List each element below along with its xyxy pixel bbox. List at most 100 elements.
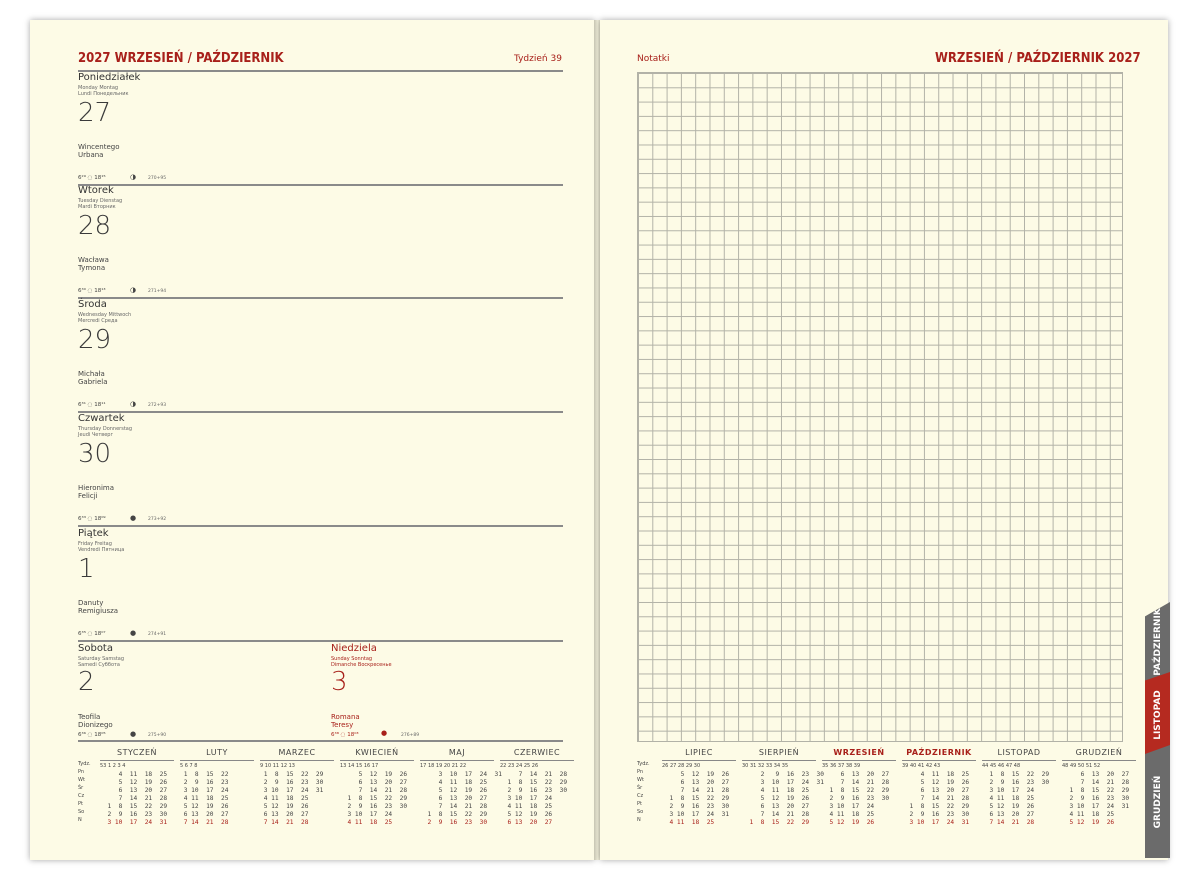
calendar-row: 2 9 16 23 30	[260, 779, 324, 786]
sun-times: 6³¹ ◌ 18¹¹	[78, 402, 106, 408]
nameday: Gabriela	[78, 378, 108, 386]
week-numbers: 26 27 28 29 30	[662, 763, 701, 769]
calendar-row: 6 13 20 27	[822, 771, 890, 778]
calendar-row: 3 10 17 24 31	[662, 811, 730, 818]
sun-times: 6³⁸ ◌ 18⁰³	[331, 732, 359, 738]
mini-calendar-month: KWIECIEŃ 13 14 15 16 17 5 12 19 26 6 13 2…	[340, 748, 414, 848]
nameday: Romana	[331, 713, 360, 721]
week-numbers: 22 23 24 25 26	[500, 763, 539, 769]
calendar-row: 7 14 21 28	[822, 779, 890, 786]
calendar-row: 7 14 21 28	[982, 819, 1035, 826]
day-name: Wtorek	[78, 185, 114, 196]
mini-calendar-month: CZERWIEC 22 23 24 25 26 7 14 21 28 1 8 15…	[500, 748, 574, 848]
month-rule	[100, 760, 174, 761]
notes-grid[interactable]	[637, 72, 1123, 742]
day-number: 1	[78, 554, 95, 584]
week-numbers: 44 45 46 47 48	[982, 763, 1021, 769]
month-name: LIPIEC	[685, 748, 713, 757]
calendar-row: 1 8 15 22	[180, 771, 229, 778]
day-block: Poniedziałek Monday Montag Lundi Понедельн…	[78, 72, 563, 186]
sun-times: 6³⁵ ◌ 18⁰⁷	[78, 631, 106, 637]
calendar-row: 4 11 18 25	[100, 771, 168, 778]
calendar-row: 6 13 20 27	[982, 811, 1035, 818]
page-title-left: 2027 WRZESIEŃ / PAŹDZIERNIK	[78, 51, 284, 66]
nameday: Wacława	[78, 256, 109, 264]
day-number: 28	[78, 211, 112, 241]
month-name: LISTOPAD	[997, 748, 1041, 757]
calendar-row: 1 8 15 22 29	[500, 779, 568, 786]
calendar-row: 2 9 16 23 30	[662, 803, 730, 810]
calendar-row: 2 9 16 23 30	[982, 779, 1050, 786]
calendar-row: 3 10 17 24	[180, 787, 229, 794]
tab-grudzien[interactable]: GRUDZIEŃ	[1145, 745, 1170, 858]
calendar-row: 6 13 20 27	[100, 787, 168, 794]
day-number: 30	[78, 439, 112, 469]
calendar-row: 1 8 15 22 29	[822, 787, 890, 794]
week-numbers: 9 10 11 12 13	[260, 763, 295, 769]
calendar-row: 7 14 21 28	[340, 787, 408, 794]
notes-label: Notatki	[637, 54, 670, 64]
calendar-row: 7 14 21 28	[500, 771, 568, 778]
week-numbers: 48 49 50 51 52	[1062, 763, 1101, 769]
calendar-row: 7 14 21 28	[742, 811, 810, 818]
sun-times: 6³³ ◌ 18⁰⁹	[78, 516, 106, 522]
calendar-row: 4 11 18 25	[180, 795, 229, 802]
month-rule	[822, 760, 896, 761]
calendar-row: 7 14 21 28	[420, 803, 488, 810]
day-separator	[78, 640, 563, 642]
calendar-row: 1 8 15 22 29	[902, 803, 970, 810]
year-day-count: 274+91	[148, 632, 167, 637]
mini-calendar-month: GRUDZIEŃ 48 49 50 51 52 6 13 20 27 7 14 2…	[1062, 748, 1136, 848]
calendar-row: 1 8 15 22 29	[1062, 787, 1130, 794]
moon-phase-icon: ●	[130, 514, 137, 522]
day-translation: Vendredi Пятница	[78, 547, 125, 553]
calendar-row: 3 10 17 24 31	[260, 787, 324, 794]
week-numbers: 30 31 32 33 34 35	[742, 763, 789, 769]
year-day-count: 276+89	[401, 733, 420, 738]
calendar-row: 5 12 19 26	[500, 811, 553, 818]
nameday: Danuty	[78, 599, 104, 607]
calendar-row: 5 12 19 26	[902, 779, 970, 786]
left-page: 2027 WRZESIEŃ / PAŹDZIERNIK Tydzień 39 P…	[30, 20, 595, 860]
calendar-row: 5 12 19 26	[1062, 819, 1115, 826]
calendar-row: 2 9 16 23	[180, 779, 229, 786]
nameday: Urbana	[78, 151, 104, 159]
month-rule	[902, 760, 976, 761]
sun-times: 6²⁹ ◌ 18¹⁵	[78, 175, 106, 181]
calendar-row: 6 13 20 27	[260, 811, 309, 818]
year-day-count: 273+92	[148, 517, 167, 522]
calendar-row: 5 12 19 26	[982, 803, 1035, 810]
calendar-row: 1 8 15 22 29	[340, 795, 408, 802]
mini-calendar-month: STYCZEŃ 53 1 2 3 4 4 11 18 25 5 12 19 26 …	[100, 748, 174, 848]
week-numbers: 39 40 41 42 43	[902, 763, 941, 769]
calendar-row: 7 14 21 28	[180, 819, 229, 826]
calendar-row: 5 12 19 26	[260, 803, 309, 810]
tab-label: PAŹDZIERNIK	[1152, 608, 1163, 676]
calendar-row: 3 10 17 24 31	[742, 779, 824, 786]
nameday: Dionizego	[78, 721, 113, 729]
month-rule	[420, 760, 494, 761]
day-name: Poniedziałek	[78, 72, 141, 83]
year-day-count: 270+95	[148, 176, 167, 181]
tab-label: LISTOPAD	[1152, 689, 1163, 740]
week-numbers: 5 6 7 8	[180, 763, 198, 769]
day-number: 3	[331, 667, 348, 697]
week-numbers: 53 1 2 3 4	[100, 763, 126, 769]
calendar-row: 6 13 20 27	[742, 803, 810, 810]
calendar-row: 4 11 18 25	[260, 795, 309, 802]
calendar-row: 2 9 16 23 30	[100, 811, 168, 818]
calendar-row: 2 9 16 23 30	[1062, 795, 1130, 802]
day-name: Czwartek	[78, 413, 125, 424]
mini-calendar-daynames: Tydz. Pn Wt Śr Cz Pt So N	[637, 761, 650, 823]
tab-listopad[interactable]: LISTOPAD	[1145, 672, 1170, 757]
nameday: Wincentego	[78, 143, 120, 151]
nameday: Teofila	[78, 713, 101, 721]
calendar-row: 2 9 16 23 30	[420, 819, 488, 826]
calendar-row: 5 12 19 26	[662, 771, 730, 778]
calendar-row: 1 8 15 22 29	[260, 771, 324, 778]
mini-calendar-month: LISTOPAD 44 45 46 47 48 1 8 15 22 29 2 9 …	[982, 748, 1056, 848]
mini-calendar-month: MARZEC 9 10 11 12 13 1 8 15 22 29 2 9 16 …	[260, 748, 334, 848]
day-number: 2	[78, 667, 95, 697]
nameday: Michała	[78, 370, 105, 378]
mini-calendar-month: WRZESIEŃ 35 36 37 38 39 6 13 20 27 7 14 2…	[822, 748, 896, 848]
